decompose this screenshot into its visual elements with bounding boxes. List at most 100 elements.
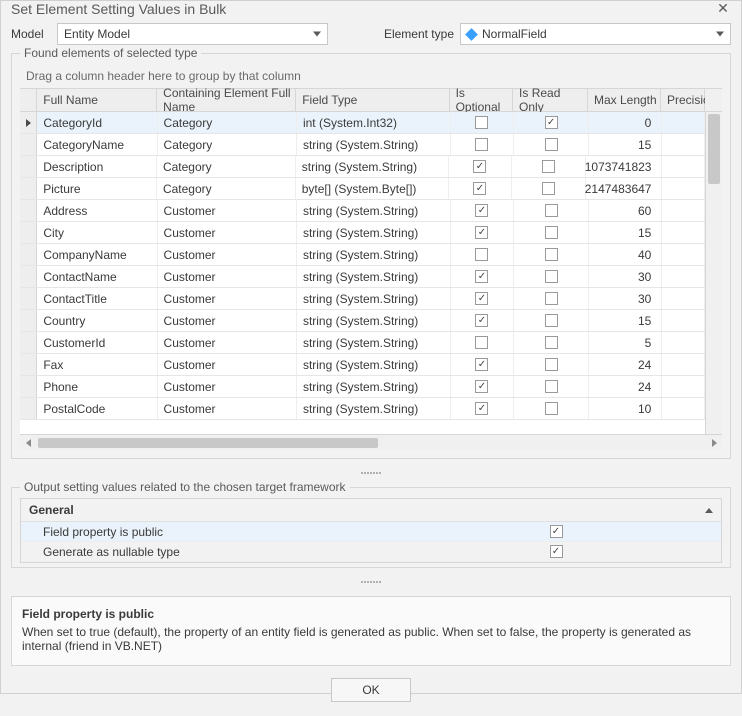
checkbox[interactable] (545, 116, 558, 129)
vertical-scroll-thumb[interactable] (708, 114, 720, 184)
cell-is-optional[interactable] (451, 200, 514, 221)
table-row[interactable]: PhoneCustomerstring (System.String)24 (20, 376, 705, 398)
table-row[interactable]: FaxCustomerstring (System.String)24 (20, 354, 705, 376)
cell-is-optional[interactable] (451, 266, 514, 287)
close-icon[interactable]: ✕ (715, 1, 731, 17)
table-row[interactable]: CustomerIdCustomerstring (System.String)… (20, 332, 705, 354)
checkbox[interactable] (545, 358, 558, 371)
cell-is-optional[interactable] (451, 112, 514, 133)
cell-is-optional[interactable] (451, 244, 514, 265)
cell-is-read-only[interactable] (514, 310, 589, 331)
grouping-zone[interactable]: Drag a column header here to group by th… (20, 64, 722, 88)
checkbox[interactable] (475, 336, 488, 349)
cell-is-read-only[interactable] (514, 288, 589, 309)
cell-is-read-only[interactable] (514, 266, 589, 287)
ok-button[interactable]: OK (331, 678, 411, 702)
checkbox[interactable] (550, 525, 563, 538)
checkbox[interactable] (473, 182, 486, 195)
checkbox[interactable] (473, 160, 486, 173)
cell-is-read-only[interactable] (512, 156, 587, 177)
checkbox[interactable] (475, 402, 488, 415)
cell-is-read-only[interactable] (514, 134, 589, 155)
model-combo[interactable]: Entity Model (57, 23, 328, 45)
cell-is-optional[interactable] (451, 288, 514, 309)
cell-is-optional[interactable] (451, 222, 514, 243)
settings-section-header[interactable]: General (21, 499, 721, 522)
cell-is-optional[interactable] (451, 398, 514, 419)
scroll-left-icon[interactable] (20, 436, 36, 450)
table-row[interactable]: ContactTitleCustomerstring (System.Strin… (20, 288, 705, 310)
cell-is-read-only[interactable] (514, 200, 589, 221)
checkbox[interactable] (475, 138, 488, 151)
col-full-name[interactable]: Full Name (37, 89, 157, 111)
cell-is-read-only[interactable] (514, 332, 589, 353)
setting-value[interactable] (391, 545, 721, 558)
checkbox[interactable] (475, 116, 488, 129)
setting-row[interactable]: Generate as nullable type (21, 542, 721, 562)
table-row[interactable]: AddressCustomerstring (System.String)60 (20, 200, 705, 222)
splitter[interactable] (11, 578, 731, 586)
table-row[interactable]: CountryCustomerstring (System.String)15 (20, 310, 705, 332)
cell-is-read-only[interactable] (514, 244, 589, 265)
cell-is-optional[interactable] (451, 354, 514, 375)
checkbox[interactable] (475, 204, 488, 217)
checkbox[interactable] (475, 292, 488, 305)
horizontal-scrollbar[interactable] (20, 434, 722, 450)
checkbox[interactable] (545, 314, 558, 327)
grid-body[interactable]: CategoryIdCategoryint (System.Int32)0Cat… (20, 112, 705, 434)
table-row[interactable]: ContactNameCustomerstring (System.String… (20, 266, 705, 288)
cell-is-optional[interactable] (449, 178, 512, 199)
checkbox[interactable] (475, 358, 488, 371)
checkbox[interactable] (545, 226, 558, 239)
cell-is-read-only[interactable] (512, 178, 587, 199)
checkbox[interactable] (475, 380, 488, 393)
checkbox[interactable] (475, 270, 488, 283)
cell-is-optional[interactable] (451, 332, 514, 353)
checkbox[interactable] (545, 292, 558, 305)
table-row[interactable]: PictureCategorybyte[] (System.Byte[])214… (20, 178, 705, 200)
cell-is-read-only[interactable] (514, 112, 589, 133)
checkbox[interactable] (475, 248, 488, 261)
checkbox[interactable] (550, 545, 563, 558)
scroll-right-icon[interactable] (706, 436, 722, 450)
table-row[interactable]: PostalCodeCustomerstring (System.String)… (20, 398, 705, 420)
cell-is-read-only[interactable] (514, 398, 589, 419)
splitter[interactable] (11, 469, 731, 477)
element-type-combo[interactable]: NormalField (460, 23, 731, 45)
table-row[interactable]: CityCustomerstring (System.String)15 (20, 222, 705, 244)
header-scroll-gap (705, 89, 722, 111)
cell-is-optional[interactable] (451, 310, 514, 331)
col-precision[interactable]: Precision (661, 89, 705, 111)
setting-row[interactable]: Field property is public (21, 522, 721, 542)
checkbox[interactable] (545, 248, 558, 261)
checkbox[interactable] (545, 270, 558, 283)
col-field-type[interactable]: Field Type (296, 89, 449, 111)
col-is-read-only[interactable]: Is Read Only (513, 89, 588, 111)
cell-precision (662, 310, 705, 331)
checkbox[interactable] (545, 380, 558, 393)
cell-is-optional[interactable] (449, 156, 512, 177)
cell-is-optional[interactable] (451, 134, 514, 155)
table-row[interactable]: DescriptionCategorystring (System.String… (20, 156, 705, 178)
setting-value[interactable] (391, 525, 721, 538)
checkbox[interactable] (475, 314, 488, 327)
checkbox[interactable] (545, 336, 558, 349)
table-row[interactable]: CompanyNameCustomerstring (System.String… (20, 244, 705, 266)
table-row[interactable]: CategoryIdCategoryint (System.Int32)0 (20, 112, 705, 134)
vertical-scrollbar[interactable] (705, 112, 722, 434)
col-containing-element[interactable]: Containing Element Full Name (157, 89, 296, 111)
checkbox[interactable] (545, 402, 558, 415)
col-is-optional[interactable]: Is Optional (450, 89, 513, 111)
cell-is-optional[interactable] (451, 376, 514, 397)
checkbox[interactable] (545, 138, 558, 151)
cell-is-read-only[interactable] (514, 354, 589, 375)
horizontal-scroll-thumb[interactable] (38, 438, 378, 448)
checkbox[interactable] (542, 182, 555, 195)
col-max-length[interactable]: Max Length (588, 89, 661, 111)
checkbox[interactable] (542, 160, 555, 173)
cell-is-read-only[interactable] (514, 376, 589, 397)
table-row[interactable]: CategoryNameCategorystring (System.Strin… (20, 134, 705, 156)
checkbox[interactable] (475, 226, 488, 239)
checkbox[interactable] (545, 204, 558, 217)
cell-is-read-only[interactable] (514, 222, 589, 243)
